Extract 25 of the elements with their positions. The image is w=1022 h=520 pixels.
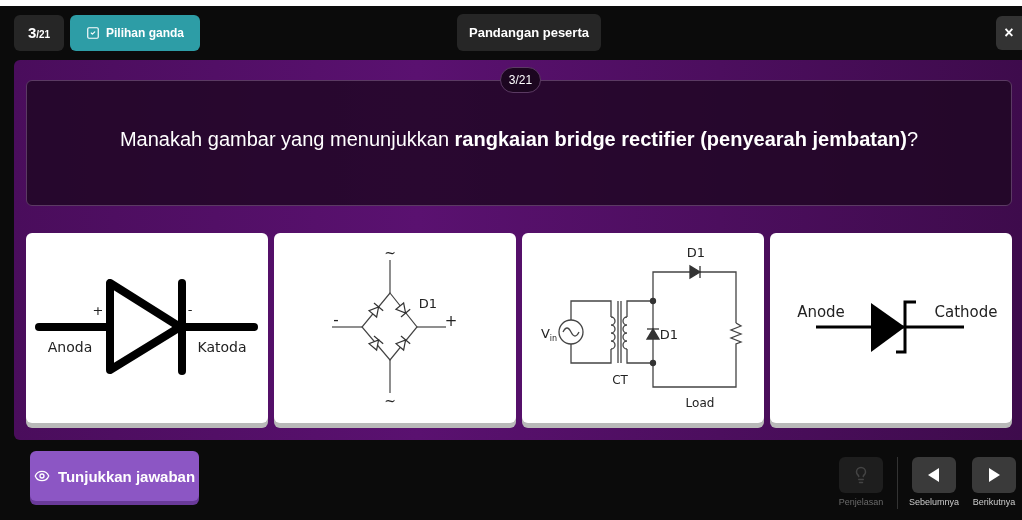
control-label: Berikutnya xyxy=(972,497,1016,507)
close-button[interactable]: × xyxy=(996,16,1022,50)
question-type-label: Pilihan ganda xyxy=(106,26,184,40)
diagram-label: + xyxy=(92,303,104,317)
diagram-label: - xyxy=(187,302,193,316)
control-label: Sebelumnya xyxy=(909,497,960,507)
diagram-label: Katoda xyxy=(197,340,247,354)
question-number-pill: 3/21 xyxy=(500,67,541,93)
diagram-label: D1 xyxy=(686,245,706,259)
question-counter: 3/21 xyxy=(14,15,64,51)
diagram-label: CT xyxy=(612,374,628,386)
diagram-label: Load xyxy=(685,397,715,409)
diagram-label: D1 xyxy=(659,327,679,341)
diagram-label: + xyxy=(444,313,458,329)
diagram-label: Anoda xyxy=(47,340,93,354)
diagram-label: V$_{in}$ xyxy=(540,326,558,344)
diagram-label: D1 xyxy=(418,296,438,310)
diagram-label: Anode xyxy=(797,304,845,320)
control-label: Penjelasan xyxy=(838,497,884,507)
participant-view-button[interactable]: Pandangan peserta xyxy=(457,14,601,51)
diagram-label: Cathode xyxy=(934,304,998,320)
diagram-label: ~ xyxy=(384,394,396,408)
diagram-label: ~ xyxy=(384,246,396,260)
question-text: Manakah gambar yang menunjukkan rangkaian bridge rectifier (penyearah jembatan)? xyxy=(119,127,919,151)
diagram-label: - xyxy=(333,312,339,328)
